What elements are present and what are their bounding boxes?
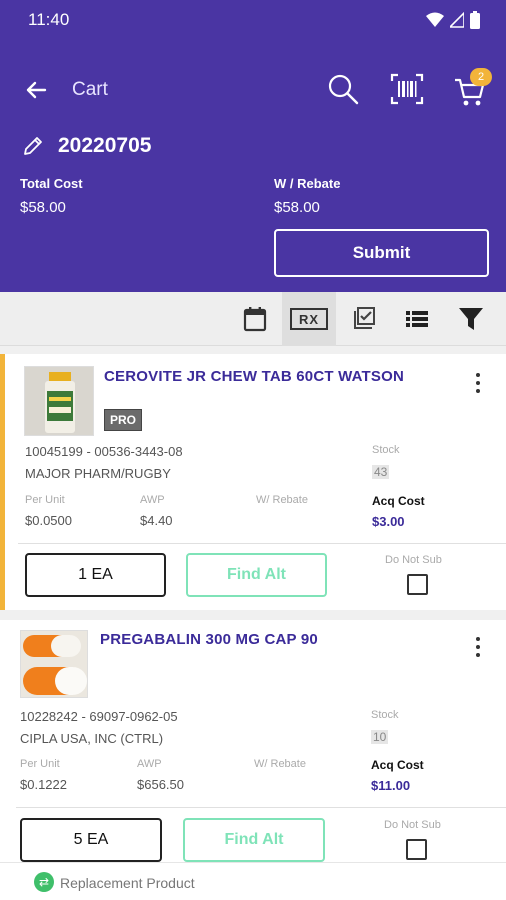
per-unit-label: Per Unit — [25, 494, 65, 506]
status-time: 11:40 — [28, 10, 70, 29]
product-ids: 10045199 - 00536-3443-08 — [25, 444, 183, 459]
order-title-row[interactable]: 20220705 — [22, 130, 151, 162]
top-app-bar: Cart 2 — [0, 60, 506, 120]
status-bar: 11:40 — [0, 0, 506, 40]
filter-toolbar: RX — [0, 292, 506, 346]
total-cost-value: $58.00 — [20, 199, 66, 216]
rx-label: RX — [290, 308, 328, 330]
per-unit-label: Per Unit — [20, 758, 60, 770]
checklist-button[interactable] — [336, 292, 390, 346]
rebate-label: W/ Rebate — [256, 494, 308, 506]
cart-item-list: CEROVITE JR CHEW TAB 60CT WATSON PRO 100… — [0, 346, 506, 862]
acq-cost-value: $11.00 — [371, 778, 411, 793]
acq-cost-label: Acq Cost — [371, 758, 424, 772]
rebate-label: W/ Rebate — [254, 758, 306, 770]
more-vertical-icon — [476, 373, 480, 377]
pencil-icon — [24, 137, 42, 155]
stock-label: Stock — [371, 709, 399, 721]
rebate-value: $58.00 — [274, 199, 320, 216]
cart-item-card: CEROVITE JR CHEW TAB 60CT WATSON PRO 100… — [0, 346, 506, 610]
more-vertical-icon — [476, 637, 480, 641]
manufacturer: CIPLA USA, INC (CTRL) — [20, 731, 164, 746]
product-name[interactable]: CEROVITE JR CHEW TAB 60CT WATSON — [104, 368, 404, 385]
search-icon — [328, 74, 359, 105]
awp-label: AWP — [137, 758, 162, 770]
product-capsule-image — [21, 631, 87, 697]
acq-cost-label: Acq Cost — [372, 494, 425, 508]
total-cost-label: Total Cost — [20, 176, 83, 191]
stock-label: Stock — [372, 444, 400, 456]
calendar-button[interactable] — [228, 292, 282, 346]
header: 11:40 Cart 2 20220705 Total Cost $58.00 … — [0, 0, 506, 292]
awp-value: $4.40 — [140, 513, 173, 528]
do-not-sub-label: Do Not Sub — [385, 554, 442, 566]
filter-button[interactable] — [444, 292, 498, 346]
cart-count-badge: 2 — [470, 68, 492, 86]
submit-button[interactable]: Submit — [274, 229, 489, 277]
search-button[interactable] — [326, 72, 360, 106]
cart-item-card: PREGABALIN 300 MG CAP 90 10228242 - 6909… — [0, 610, 506, 862]
per-unit-value: $0.1222 — [20, 777, 67, 792]
find-alt-button[interactable]: Find Alt — [186, 553, 327, 597]
status-icons — [426, 11, 480, 29]
checklist-icon — [354, 307, 375, 329]
order-number: 20220705 — [58, 134, 152, 157]
page-title: Cart — [72, 79, 108, 100]
awp-label: AWP — [140, 494, 165, 506]
do-not-sub-checkbox[interactable] — [406, 839, 427, 860]
rebate-cost-block: W / Rebate $58.00 — [274, 176, 340, 216]
app: 11:40 Cart 2 20220705 Total Cost $58.00 … — [0, 0, 506, 900]
product-thumbnail — [20, 630, 88, 698]
acq-cost-value: $3.00 — [372, 514, 405, 529]
find-alt-button[interactable]: Find Alt — [183, 818, 325, 862]
battery-icon — [470, 11, 480, 29]
calendar-icon — [243, 307, 267, 332]
rx-filter-button[interactable]: RX — [282, 292, 336, 346]
wifi-icon — [426, 12, 444, 27]
pro-badge: PRO — [104, 409, 142, 431]
signal-icon — [450, 12, 464, 28]
back-button[interactable] — [20, 74, 52, 106]
product-name[interactable]: PREGABALIN 300 MG CAP 90 — [100, 631, 318, 648]
card-divider — [16, 807, 506, 808]
card-divider — [18, 543, 506, 544]
more-options-button[interactable] — [468, 634, 488, 660]
awp-value: $656.50 — [137, 777, 184, 792]
do-not-sub-label: Do Not Sub — [384, 819, 441, 831]
list-view-button[interactable] — [390, 292, 444, 346]
total-cost-block: Total Cost $58.00 — [20, 176, 83, 216]
back-arrow-icon — [26, 81, 47, 99]
barcode-scan-icon — [390, 73, 424, 105]
manufacturer: MAJOR PHARM/RUGBY — [25, 466, 171, 481]
card-accent-bar — [0, 354, 5, 610]
quantity-button[interactable]: 1 EA — [25, 553, 166, 597]
stock-value: 10 — [371, 730, 389, 744]
swap-icon: ⇄ — [34, 872, 54, 892]
barcode-scan-button[interactable] — [390, 72, 424, 106]
product-ids: 10228242 - 69097-0962-05 — [20, 709, 178, 724]
product-thumbnail — [24, 366, 94, 436]
filter-icon — [459, 308, 483, 330]
replacement-label: Replacement Product — [60, 875, 195, 891]
more-options-button[interactable] — [468, 370, 488, 396]
cart-button[interactable]: 2 — [454, 68, 492, 108]
product-bottle-image — [25, 367, 93, 435]
list-icon — [406, 311, 428, 327]
replacement-product-bar[interactable]: ⇄ Replacement Product — [0, 862, 506, 900]
do-not-sub-checkbox[interactable] — [407, 574, 428, 595]
stock-value: 43 — [372, 465, 390, 479]
quantity-button[interactable]: 5 EA — [20, 818, 162, 862]
per-unit-value: $0.0500 — [25, 513, 72, 528]
rebate-label: W / Rebate — [274, 176, 341, 191]
